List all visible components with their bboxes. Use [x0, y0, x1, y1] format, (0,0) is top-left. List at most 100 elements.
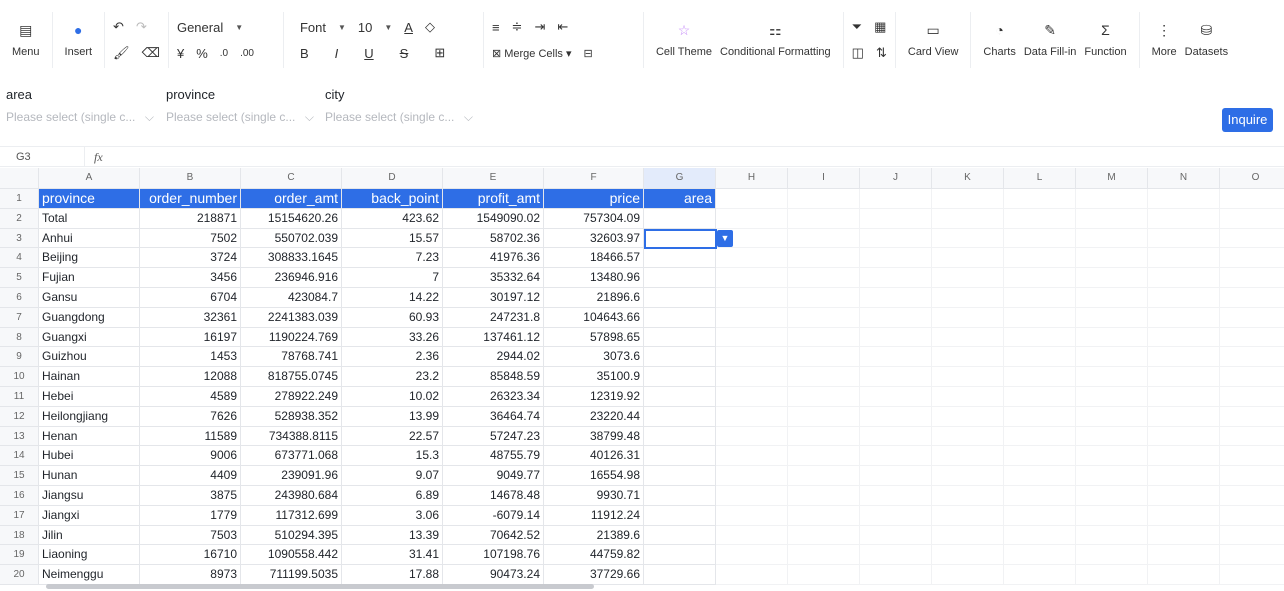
table-cell[interactable]	[644, 288, 716, 308]
empty-cell[interactable]	[1004, 505, 1076, 526]
table-cell[interactable]: 18466.57	[544, 248, 644, 269]
empty-cell[interactable]	[788, 248, 860, 269]
table-cell[interactable]: 7	[342, 268, 443, 288]
column-header-C[interactable]: C	[241, 168, 342, 189]
empty-cell[interactable]	[860, 525, 932, 546]
empty-cell[interactable]	[1148, 189, 1220, 209]
empty-cell[interactable]	[932, 466, 1004, 486]
undo-icon[interactable]: ↶	[113, 19, 124, 35]
empty-cell[interactable]	[1004, 406, 1076, 427]
header-cell[interactable]: area	[644, 189, 716, 209]
empty-cell[interactable]	[1076, 387, 1148, 407]
table-cell[interactable]: 423.62	[342, 208, 443, 229]
header-cell[interactable]: back_point	[342, 189, 443, 209]
table-cell[interactable]	[644, 387, 716, 407]
empty-cell[interactable]	[1220, 248, 1284, 269]
column-header-G[interactable]: G	[644, 168, 716, 189]
empty-cell[interactable]	[860, 545, 932, 566]
table-cell[interactable]: 30197.12	[443, 288, 544, 308]
table-cell[interactable]: 13480.96	[544, 268, 644, 288]
empty-cell[interactable]	[1148, 327, 1220, 348]
table-cell[interactable]: 1190224.769	[241, 327, 342, 348]
empty-cell[interactable]	[1004, 367, 1076, 387]
empty-cell[interactable]	[716, 466, 788, 486]
table-cell[interactable]: 33.26	[342, 327, 443, 348]
empty-cell[interactable]	[860, 327, 932, 348]
empty-cell[interactable]	[1076, 565, 1148, 585]
empty-cell[interactable]	[1076, 525, 1148, 546]
increase-decimal-icon[interactable]: .00	[240, 48, 254, 59]
table-cell[interactable]: 15154620.26	[241, 208, 342, 229]
table-cell[interactable]: 10.02	[342, 387, 443, 407]
header-cell[interactable]: profit_amt	[443, 189, 544, 209]
row-header[interactable]: 9	[0, 347, 39, 368]
column-header-I[interactable]: I	[788, 168, 860, 189]
row-header[interactable]: 6	[0, 288, 39, 308]
empty-cell[interactable]	[1220, 328, 1284, 348]
table-cell[interactable]: 9006	[140, 446, 241, 467]
table-cell[interactable]: 78768.741	[241, 347, 342, 368]
empty-cell[interactable]	[788, 347, 860, 368]
merge-cells-button[interactable]: ⊠ Merge Cells ▾	[492, 47, 572, 60]
empty-cell[interactable]	[860, 347, 932, 368]
empty-cell[interactable]	[860, 406, 932, 427]
table-cell[interactable]: Guangdong	[39, 307, 140, 328]
empty-cell[interactable]	[716, 525, 788, 546]
header-cell[interactable]: price	[544, 189, 644, 209]
empty-cell[interactable]	[1220, 367, 1284, 387]
row-header[interactable]: 17	[0, 505, 39, 526]
empty-cell[interactable]	[1076, 406, 1148, 427]
column-header-K[interactable]: K	[932, 168, 1004, 189]
empty-cell[interactable]	[788, 208, 860, 229]
table-cell[interactable]: 1779	[140, 505, 241, 526]
empty-cell[interactable]	[932, 248, 1004, 269]
table-cell[interactable]	[644, 545, 716, 566]
empty-cell[interactable]	[788, 268, 860, 288]
empty-cell[interactable]	[1076, 327, 1148, 348]
empty-cell[interactable]	[716, 347, 788, 368]
empty-cell[interactable]	[1076, 268, 1148, 288]
strikethrough-icon[interactable]: S	[400, 46, 409, 61]
column-header-H[interactable]: H	[716, 168, 788, 189]
table-cell[interactable]: 16554.98	[544, 466, 644, 486]
cell-reference[interactable]: G3	[16, 151, 31, 163]
table-cell[interactable]: Jiangsu	[39, 486, 140, 506]
empty-cell[interactable]	[1076, 446, 1148, 467]
empty-cell[interactable]	[1220, 526, 1284, 546]
empty-cell[interactable]	[1148, 545, 1220, 566]
table-cell[interactable]: Jiangxi	[39, 505, 140, 526]
table-cell[interactable]: 40126.31	[544, 446, 644, 467]
empty-cell[interactable]	[788, 327, 860, 348]
empty-cell[interactable]	[932, 406, 1004, 427]
table-cell[interactable]: 60.93	[342, 307, 443, 328]
table-cell[interactable]: 36464.74	[443, 406, 544, 427]
split-icon[interactable]: ◫	[852, 45, 864, 61]
empty-cell[interactable]	[1076, 545, 1148, 566]
empty-cell[interactable]	[716, 505, 788, 526]
empty-cell[interactable]	[1004, 189, 1076, 209]
empty-cell[interactable]	[932, 288, 1004, 308]
underline-icon[interactable]: U	[364, 46, 373, 61]
border-icon[interactable]: ⊞	[434, 45, 445, 61]
empty-cell[interactable]	[860, 486, 932, 506]
indent-icon[interactable]: ⇤	[557, 19, 568, 35]
header-cell[interactable]: order_amt	[241, 189, 342, 209]
text-wrap-icon[interactable]: ⇥	[534, 19, 545, 35]
table-cell[interactable]: 3456	[140, 268, 241, 288]
more-button[interactable]: ⋮ More	[1148, 12, 1181, 68]
table-cell[interactable]: 8973	[140, 565, 241, 585]
table-cell[interactable]: 32361	[140, 307, 241, 328]
table-cell[interactable]: 218871	[140, 208, 241, 229]
empty-cell[interactable]	[932, 228, 1004, 249]
empty-cell[interactable]	[1004, 208, 1076, 229]
inquire-button[interactable]: Inquire	[1222, 108, 1273, 132]
table-cell[interactable]: 7626	[140, 406, 241, 427]
table-cell[interactable]: 16197	[140, 327, 241, 348]
empty-cell[interactable]	[1220, 486, 1284, 506]
empty-cell[interactable]	[716, 189, 788, 209]
table-cell[interactable]	[644, 565, 716, 585]
column-header-A[interactable]: A	[39, 168, 140, 189]
table-cell[interactable]	[644, 446, 716, 467]
empty-cell[interactable]	[1076, 347, 1148, 368]
empty-cell[interactable]	[860, 189, 932, 209]
